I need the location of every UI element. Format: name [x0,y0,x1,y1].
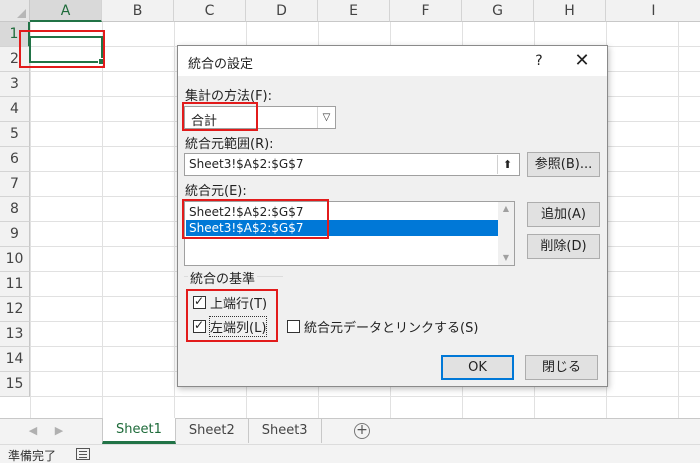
reference-label: 統合元範囲(R): [185,137,274,152]
left-column-checkbox[interactable]: 左端列(L) [193,316,268,337]
column-header-g[interactable]: G [462,0,534,22]
scroll-up-icon[interactable]: ▲ [498,202,514,216]
column-header-a[interactable]: A [30,0,102,22]
sheet-tabs: Sheet1 Sheet2 Sheet3 [102,418,322,444]
dialog-title: 統合の設定 [188,57,254,72]
collapse-dialog-icon[interactable]: ⬆ [497,155,517,174]
checkbox-checked-icon[interactable] [193,318,206,333]
add-sheet-icon[interactable]: + [354,423,370,439]
column-header-d[interactable]: D [246,0,318,22]
status-bar: 準備完了 [0,444,700,463]
tab-sheet3[interactable]: Sheet3 [249,419,322,443]
row-header[interactable]: 7 [0,172,30,197]
column-header-h[interactable]: H [534,0,606,22]
tab-sheet1[interactable]: Sheet1 [102,418,176,444]
checkbox-unchecked-icon[interactable] [287,320,300,333]
row-header[interactable]: 11 [0,272,30,297]
top-row-label: 上端行(T) [210,297,268,312]
column-header-b[interactable]: B [102,0,174,22]
use-labels-group-label: 統合の基準 [188,268,258,287]
create-links-label: 統合元データとリンクする(S) [304,321,479,336]
row-header[interactable]: 9 [0,222,30,247]
row-header[interactable]: 14 [0,347,30,372]
all-references-label: 統合元(E): [185,184,247,199]
list-item-selected[interactable]: Sheet3!$A$2:$G$7 [186,220,499,236]
column-header-e[interactable]: E [318,0,390,22]
column-header-c[interactable]: C [174,0,246,22]
row-header[interactable]: 4 [0,97,30,122]
delete-button[interactable]: 削除(D) [527,234,600,259]
function-label: 集計の方法(F): [185,89,273,104]
reference-input[interactable]: Sheet3!$A$2:$G$7 [184,153,520,176]
checkbox-checked-icon[interactable] [193,294,206,309]
list-scrollbar[interactable]: ▲ ▼ [498,202,514,265]
row-header[interactable]: 13 [0,322,30,347]
function-select[interactable]: 合計 ▽ [184,106,336,129]
tab-scroll-right-icon[interactable]: ▶ [52,424,66,438]
row-headers: 1 2 3 4 5 6 7 8 9 10 11 12 13 14 15 [0,22,30,397]
active-cell-a1[interactable] [29,36,105,65]
tab-scroll-left-icon[interactable]: ◀ [26,424,40,438]
list-item[interactable]: Sheet2!$A$2:$G$7 [186,204,499,220]
close-button[interactable]: 閉じる [525,355,598,380]
column-header-f[interactable]: F [390,0,462,22]
add-button[interactable]: 追加(A) [527,202,600,227]
left-column-label: 左端列(L) [208,316,268,337]
row-header[interactable]: 2 [0,47,30,72]
dialog-titlebar[interactable]: 統合の設定 ? ✕ [178,46,607,76]
create-links-checkbox[interactable]: 統合元データとリンクする(S) [287,317,478,336]
ok-button[interactable]: OK [441,355,514,380]
row-header[interactable]: 3 [0,72,30,97]
all-references-list[interactable]: Sheet2!$A$2:$G$7 Sheet3!$A$2:$G$7 ▲ ▼ [184,201,515,266]
column-header-i[interactable]: I [606,0,700,22]
macro-record-icon[interactable] [76,448,90,460]
help-button[interactable]: ? [528,50,550,72]
row-header[interactable]: 12 [0,297,30,322]
tab-sheet2[interactable]: Sheet2 [176,419,249,443]
row-header[interactable]: 1 [0,22,30,47]
column-headers: A B C D E F G H I [30,0,700,22]
row-header[interactable]: 8 [0,197,30,222]
browse-button[interactable]: 参照(B)... [527,152,600,177]
sheet-tabs-bar: ◀ ▶ Sheet1 Sheet2 Sheet3 + [0,418,700,444]
chevron-down-icon[interactable]: ▽ [317,107,335,128]
consolidate-dialog: 統合の設定 ? ✕ 集計の方法(F): 合計 ▽ 統合元範囲(R): Sheet… [177,45,608,387]
scroll-down-icon[interactable]: ▼ [498,251,514,265]
close-icon[interactable]: ✕ [571,50,593,72]
top-row-checkbox[interactable]: 上端行(T) [193,293,267,312]
row-header[interactable]: 6 [0,147,30,172]
status-text: 準備完了 [8,449,57,463]
select-all-corner[interactable] [0,0,30,22]
row-header[interactable]: 15 [0,372,30,397]
function-select-value: 合計 [191,114,218,129]
row-header[interactable]: 10 [0,247,30,272]
row-header[interactable]: 5 [0,122,30,147]
